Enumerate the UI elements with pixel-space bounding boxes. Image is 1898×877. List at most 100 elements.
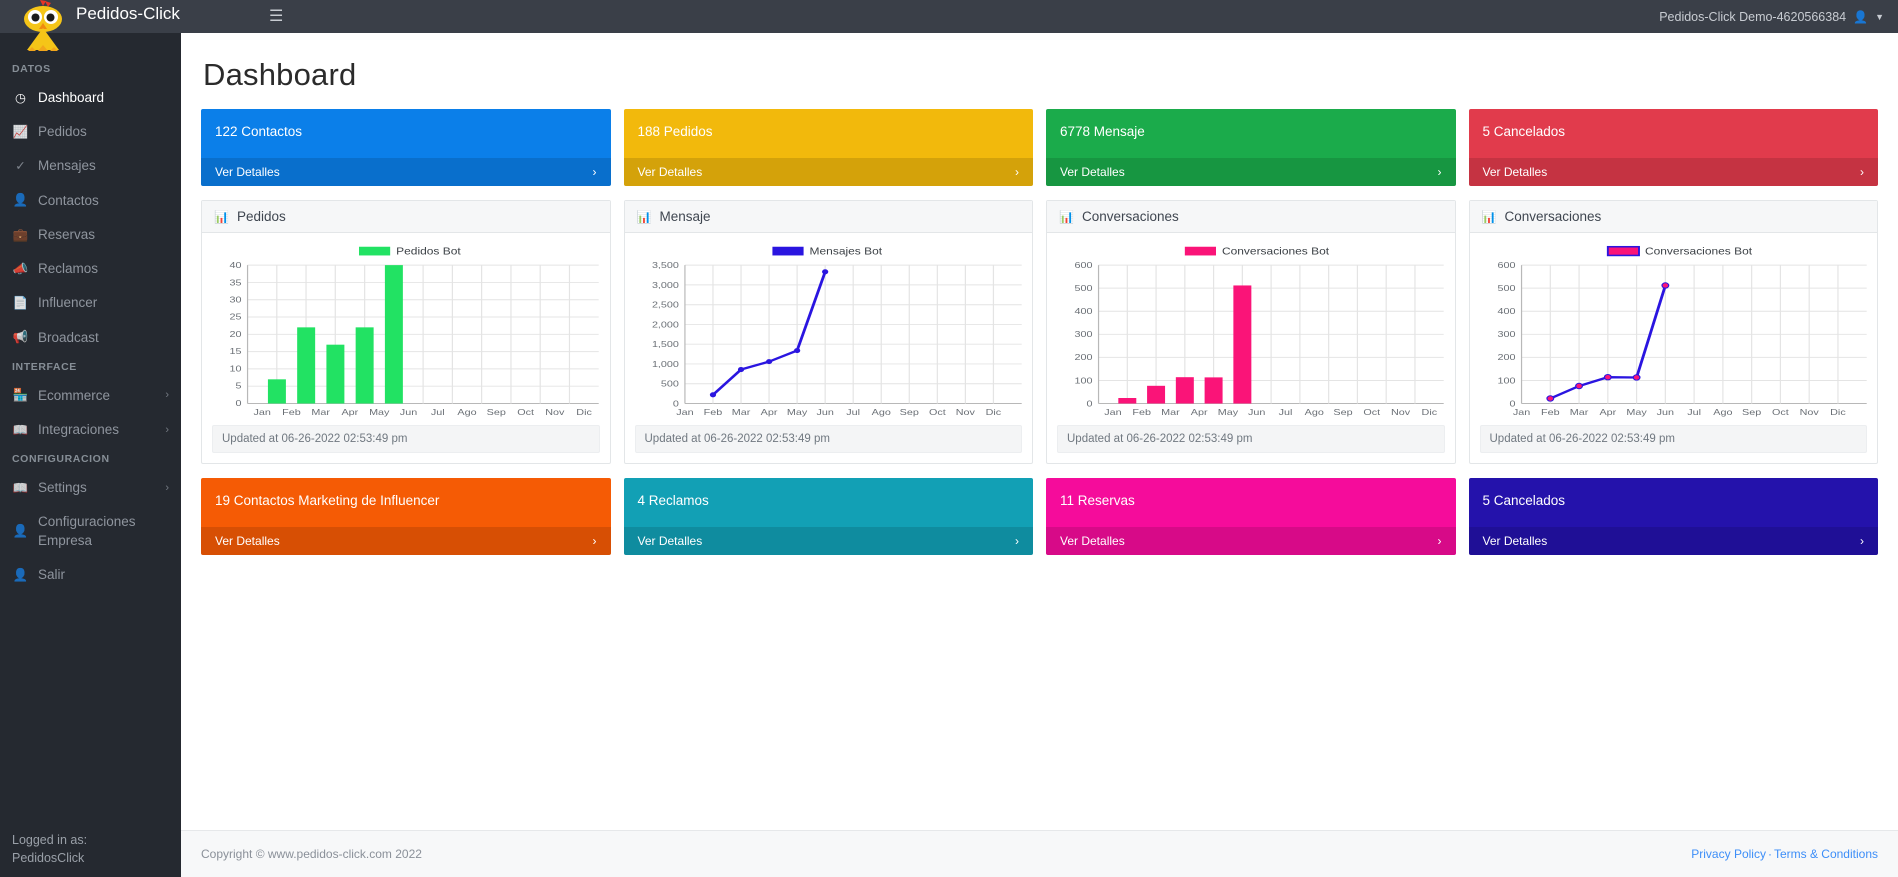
panel-mensaje: 📊 Mensaje Mensajes Bot 3,500 3,000 2,500… <box>623 200 1033 464</box>
svg-text:Jan: Jan <box>253 408 270 418</box>
stat-card-link-label: Ver Detalles <box>215 165 280 179</box>
sidebar-item-broadcast[interactable]: 📢 Broadcast <box>0 321 181 355</box>
stat-card-link[interactable]: Ver Detalles › <box>623 158 1033 186</box>
sidebar-item-integraciones[interactable]: 📖 Integraciones › <box>0 413 181 447</box>
stat-card-link-label: Ver Detalles <box>1060 534 1125 548</box>
briefcase-clock-icon: 💼 <box>12 227 29 242</box>
svg-text:0: 0 <box>236 399 243 409</box>
svg-text:Sep: Sep <box>899 408 919 418</box>
x-axis: Jan Feb Mar Apr May Jun Jul Ago Sep Oct … <box>253 408 591 418</box>
sidebar-item-salir[interactable]: 👤 Salir <box>0 558 181 592</box>
stat-card-reclamos-wrap: 4 Reclamos Ver Detalles › <box>623 478 1033 555</box>
stat-card-reservas[interactable]: 11 Reservas Ver Detalles › <box>1046 478 1456 555</box>
svg-text:Jan: Jan <box>1512 408 1529 418</box>
stat-card-cancelados-2[interactable]: 5 Cancelados Ver Detalles › <box>1468 478 1878 555</box>
stat-card-link[interactable]: Ver Detalles › <box>201 527 611 555</box>
stat-card-link[interactable]: Ver Detalles › <box>1046 527 1456 555</box>
logged-in-user: PedidosClick <box>12 850 85 865</box>
sidebar-item-contactos[interactable]: 👤 Contactos <box>0 184 181 218</box>
svg-text:Jun: Jun <box>1656 408 1673 418</box>
svg-text:0: 0 <box>1087 399 1094 409</box>
stat-card-title: 5 Cancelados <box>1482 493 1566 508</box>
sidebar-item-dashboard[interactable]: ◷ Dashboard <box>0 81 181 115</box>
svg-text:5: 5 <box>236 382 243 392</box>
user-menu[interactable]: Pedidos-Click Demo-4620566384 👤 ▼ <box>1659 10 1884 24</box>
stat-card-link-label: Ver Detalles <box>637 165 703 179</box>
stat-card-reservas-wrap: 11 Reservas Ver Detalles › <box>1046 478 1456 555</box>
chart-pedidos: Pedidos Bot 40 35 30 25 20 15 10 5 0 Jan… <box>202 233 610 419</box>
sidebar-item-configuraciones-empresa[interactable]: 👤 Configuraciones Empresa <box>0 505 181 557</box>
panel-updated: Updated at 06-26-2022 02:53:49 pm <box>634 425 1022 453</box>
logged-in-label: Logged in as: <box>12 832 88 847</box>
sidebar-item-reclamos[interactable]: 📣 Reclamos <box>0 252 181 286</box>
terms-conditions-link[interactable]: Terms & Conditions <box>1774 847 1878 861</box>
svg-text:35: 35 <box>230 278 243 288</box>
stat-card-mensaje-wrap: 6778 Mensaje Ver Detalles › <box>1046 109 1456 186</box>
panel-title: Pedidos <box>236 209 286 224</box>
sidebar-item-ecommerce[interactable]: 🏪 Ecommerce › <box>0 379 181 413</box>
panel-updated: Updated at 06-26-2022 02:53:49 pm <box>212 425 600 453</box>
svg-text:Nov: Nov <box>1391 408 1410 418</box>
panel-conversaciones-bar: 📊 Conversaciones Conversaciones Bot 600 … <box>1046 200 1456 464</box>
sidebar-item-label: Pedidos <box>38 124 87 140</box>
bar-chart-icon: 📊 <box>1481 209 1497 224</box>
hamburger-icon[interactable]: ☰ <box>269 8 283 25</box>
chevron-right-icon: › <box>592 165 597 179</box>
stat-card-cancelados[interactable]: 5 Cancelados Ver Detalles › <box>1468 109 1878 186</box>
chart-panels-row: 📊 Pedidos Pedidos Bot 40 35 30 25 20 15 … <box>201 200 1878 464</box>
user-check-icon: 👤 <box>12 193 29 208</box>
chevron-right-icon: › <box>165 389 169 402</box>
sidebar-footer: Logged in as: PedidosClick <box>0 823 181 877</box>
svg-text:300: 300 <box>1497 330 1516 340</box>
svg-text:Ago: Ago <box>1305 408 1325 418</box>
panel-title: Conversaciones <box>1504 209 1602 224</box>
y-axis: 40 35 30 25 20 15 10 5 0 <box>230 261 243 409</box>
sidebar-item-influencer[interactable]: 📄 Influencer <box>0 286 181 320</box>
book-icon: 📖 <box>12 480 29 495</box>
stat-card-link-label: Ver Detalles <box>215 534 280 548</box>
stat-card-link[interactable]: Ver Detalles › <box>1046 158 1456 186</box>
bar-chart-icon: 📊 <box>1059 209 1074 224</box>
svg-text:Apr: Apr <box>1191 408 1209 418</box>
stat-card-link[interactable]: Ver Detalles › <box>1468 527 1878 555</box>
svg-text:200: 200 <box>1497 353 1516 363</box>
panel-pedidos: 📊 Pedidos Pedidos Bot 40 35 30 25 20 15 … <box>201 200 611 464</box>
chart-conversaciones-bar: Conversaciones Bot 600 500 400 300 200 1… <box>1047 233 1455 419</box>
stat-card-link[interactable]: Ver Detalles › <box>201 158 611 186</box>
svg-text:Dic: Dic <box>1422 408 1438 418</box>
stat-card-reclamos[interactable]: 4 Reclamos Ver Detalles › <box>623 478 1033 555</box>
stat-card-link-label: Ver Detalles <box>637 534 703 548</box>
app-root: DATOS ◷ Dashboard 📈 Pedidos ✓ Mensajes 👤… <box>0 0 1898 877</box>
sidebar-item-mensajes[interactable]: ✓ Mensajes <box>0 149 181 183</box>
stat-card-link-label: Ver Detalles <box>1060 165 1125 179</box>
stat-card-pedidos[interactable]: 188 Pedidos Ver Detalles › <box>623 109 1033 186</box>
svg-text:Dic: Dic <box>1830 408 1846 418</box>
stat-cards-top-row: 122 Contactos Ver Detalles › 188 Pedidos… <box>201 109 1878 186</box>
stat-cards-bottom-row: 19 Contactos Marketing de Influencer Ver… <box>201 478 1878 555</box>
svg-text:Apr: Apr <box>342 408 360 418</box>
stat-card-contactos-marketing-influencer[interactable]: 19 Contactos Marketing de Influencer Ver… <box>201 478 611 555</box>
sidebar-item-pedidos[interactable]: 📈 Pedidos <box>0 115 181 149</box>
stat-card-link[interactable]: Ver Detalles › <box>1468 158 1878 186</box>
grid <box>683 264 1022 404</box>
chart-mensaje: Mensajes Bot 3,500 3,000 2,500 2,000 1,5… <box>625 233 1033 419</box>
sidebar-item-label: Ecommerce <box>38 387 111 403</box>
legend-label: Pedidos Bot <box>396 246 461 257</box>
panel-conversaciones-line: 📊 Conversaciones Conversaciones Bot 600 … <box>1468 200 1878 464</box>
panel-conversaciones-line-wrap: 📊 Conversaciones Conversaciones Bot 600 … <box>1468 200 1878 464</box>
sidebar-item-settings[interactable]: 📖 Settings › <box>0 471 181 505</box>
stat-card-mensaje[interactable]: 6778 Mensaje Ver Detalles › <box>1046 109 1456 186</box>
svg-text:100: 100 <box>1075 376 1094 386</box>
footer-links: Privacy Policy · Terms & Conditions <box>1691 847 1878 861</box>
svg-text:May: May <box>786 408 806 418</box>
stat-card-contactos[interactable]: 122 Contactos Ver Detalles › <box>201 109 611 186</box>
sidebar-item-reservas[interactable]: 💼 Reservas <box>0 218 181 252</box>
page-footer: Copyright © www.pedidos-click.com 2022 P… <box>181 830 1898 877</box>
svg-text:400: 400 <box>1075 307 1094 317</box>
svg-text:May: May <box>1626 408 1646 418</box>
panel-title: Mensaje <box>659 209 711 224</box>
user-check-icon: 👤 <box>12 524 29 539</box>
privacy-policy-link[interactable]: Privacy Policy <box>1691 847 1766 861</box>
stat-card-link[interactable]: Ver Detalles › <box>623 527 1033 555</box>
id-card-icon: 📄 <box>12 295 29 310</box>
